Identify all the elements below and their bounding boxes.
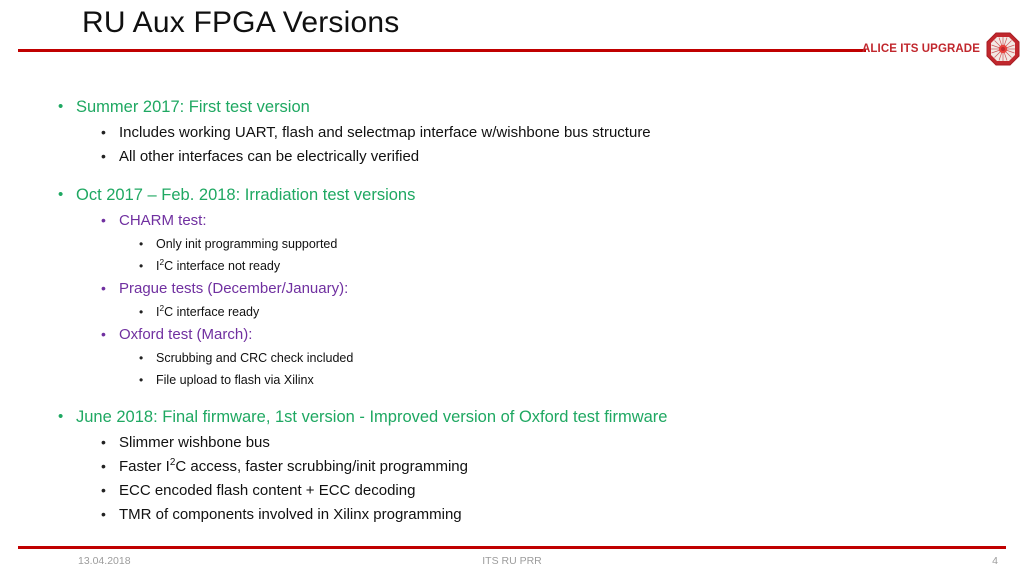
bullet-label: I2C interface not ready	[156, 257, 281, 273]
slide-body: • Summer 2017: First test version • Incl…	[0, 96, 1024, 528]
bullet-label: CHARM test:	[119, 212, 207, 229]
bullet-label: Slimmer wishbone bus	[119, 434, 270, 451]
bullet-dot-icon: •	[58, 186, 64, 203]
bullet-level3: • Only init programming supported	[0, 234, 1024, 256]
bullet-label: Oxford test (March):	[119, 326, 253, 343]
alice-octagon-icon	[986, 32, 1020, 66]
bullet-label: Includes working UART, flash and selectm…	[119, 124, 651, 141]
bullet-label: All other interfaces can be electrically…	[119, 148, 420, 165]
footer-title: ITS RU PRR	[482, 555, 542, 567]
footer-page-number: 4	[992, 555, 998, 567]
bullet-label: File upload to flash via Xilinx	[156, 373, 314, 387]
bullet-level3: • I2C interface not ready	[0, 256, 1024, 278]
bullet-level1: • Oct 2017 – Feb. 2018: Irradiation test…	[0, 184, 1024, 210]
bullet-label: Faster I2C access, faster scrubbing/init…	[119, 457, 468, 475]
bullet-level2: • Faster I2C access, faster scrubbing/in…	[0, 456, 1024, 480]
bullet-label: TMR of components involved in Xilinx pro…	[119, 506, 462, 523]
bullet-level2: • Oxford test (March):	[0, 324, 1024, 348]
bullet-label: June 2018: Final firmware, 1st version -…	[76, 408, 668, 426]
bullet-level3: • Scrubbing and CRC check included	[0, 348, 1024, 370]
bullet-level2: • Prague tests (December/January):	[0, 278, 1024, 302]
bullet-dot-icon: •	[101, 212, 106, 228]
bullet-level2: • CHARM test:	[0, 210, 1024, 234]
bullet-label: Only init programming supported	[156, 237, 338, 251]
bullet-dot-icon: •	[139, 351, 144, 365]
bullet-level1: • Summer 2017: First test version	[0, 96, 1024, 122]
bullet-level2: • ECC encoded flash content + ECC decodi…	[0, 480, 1024, 504]
bullet-level2: • Slimmer wishbone bus	[0, 432, 1024, 456]
alice-its-upgrade-logo: ALICE ITS UPGRADE	[862, 32, 1020, 66]
bullet-label: Summer 2017: First test version	[76, 98, 310, 116]
bullet-dot-icon: •	[58, 408, 64, 425]
bullet-dot-icon: •	[139, 305, 144, 319]
bullet-dot-icon: •	[101, 458, 106, 474]
bullet-dot-icon: •	[101, 434, 106, 450]
bullet-level2: • Includes working UART, flash and selec…	[0, 122, 1024, 146]
bullet-level3: • I2C interface ready	[0, 302, 1024, 324]
bullet-level3: • File upload to flash via Xilinx	[0, 370, 1024, 392]
bullet-dot-icon: •	[101, 482, 106, 498]
bullet-dot-icon: •	[101, 326, 106, 342]
bullet-label: ECC encoded flash content + ECC decoding	[119, 482, 416, 499]
bullet-label: I2C interface ready	[156, 303, 260, 319]
bullet-dot-icon: •	[101, 280, 106, 296]
bullet-level2: • All other interfaces can be electrical…	[0, 146, 1024, 170]
logo-label: ALICE ITS UPGRADE	[862, 43, 980, 55]
bullet-label: Scrubbing and CRC check included	[156, 351, 354, 365]
bullet-level1: • June 2018: Final firmware, 1st version…	[0, 406, 1024, 432]
bullet-dot-icon: •	[139, 373, 144, 387]
bullet-dot-icon: •	[139, 237, 144, 251]
bullet-dot-icon: •	[139, 259, 144, 273]
header-divider	[18, 49, 866, 52]
bullet-dot-icon: •	[58, 98, 64, 115]
bullet-level2: • TMR of components involved in Xilinx p…	[0, 504, 1024, 528]
page-title: RU Aux FPGA Versions	[82, 6, 400, 39]
bullet-label: Oct 2017 – Feb. 2018: Irradiation test v…	[76, 186, 416, 204]
bullet-label: Prague tests (December/January):	[119, 280, 349, 297]
bullet-dot-icon: •	[101, 124, 106, 140]
footer-divider	[18, 546, 1006, 549]
bullet-dot-icon: •	[101, 148, 106, 164]
bullet-dot-icon: •	[101, 506, 106, 522]
